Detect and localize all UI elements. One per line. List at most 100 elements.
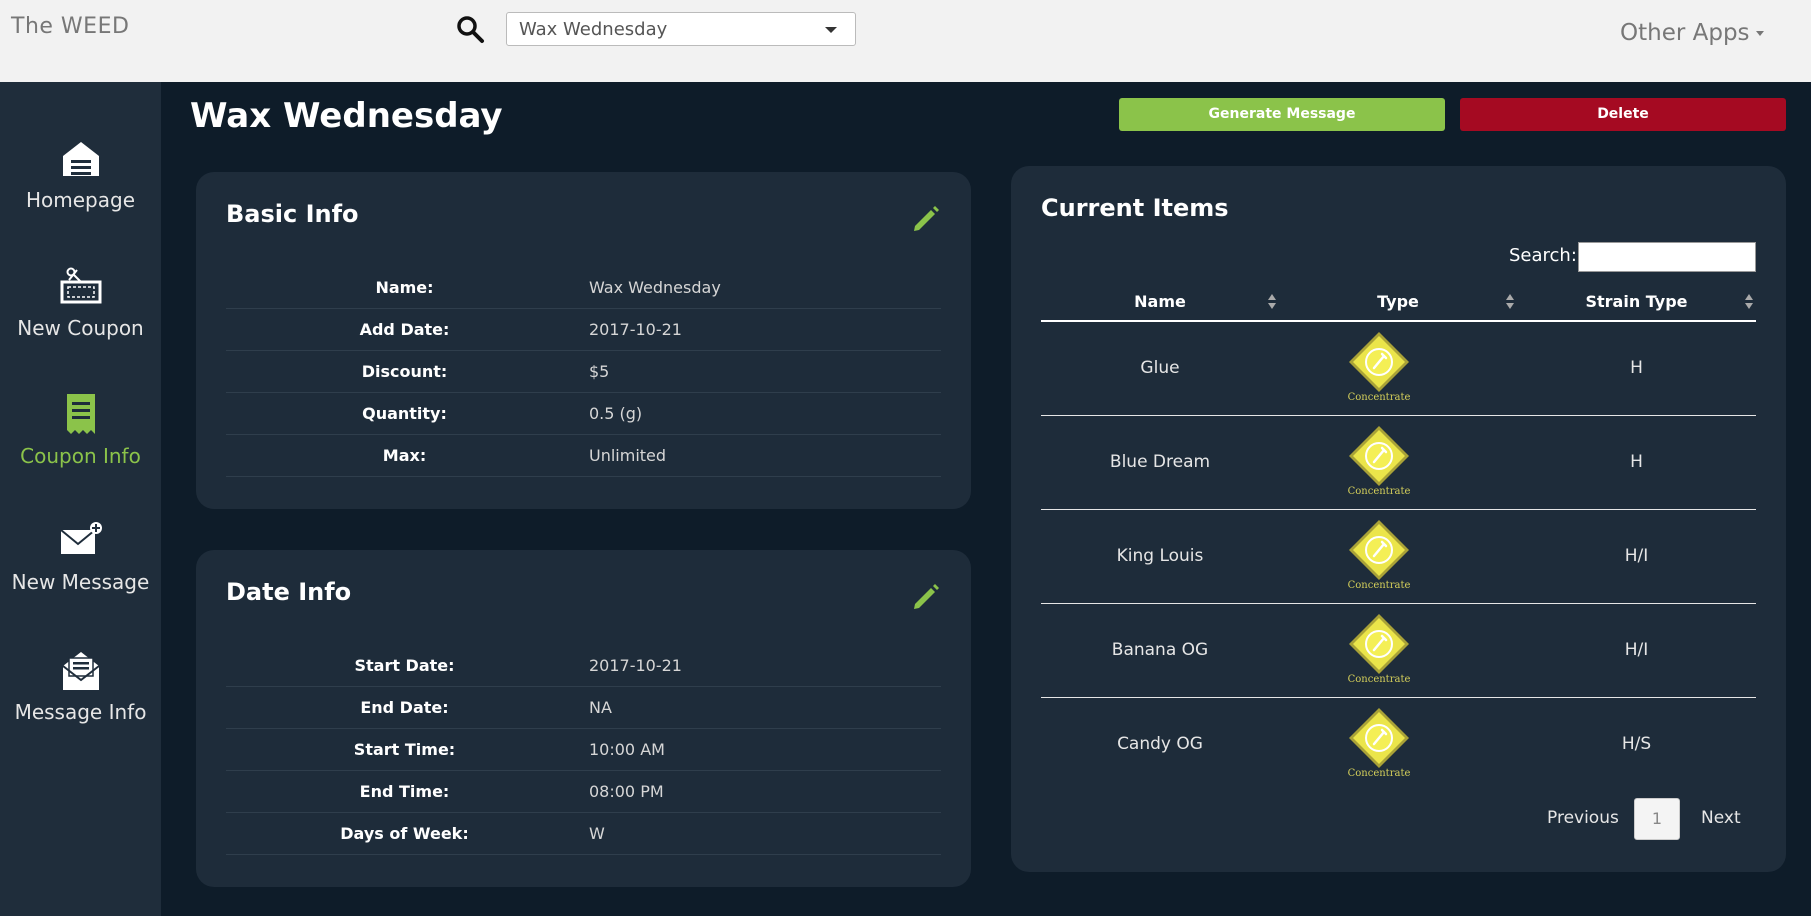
basic-info-card: Basic Info Name: Wax Wednesday Add Date: 2… bbox=[196, 172, 971, 509]
strain-type: H/S bbox=[1621, 734, 1652, 754]
concentrate-icon bbox=[1349, 708, 1409, 768]
table-row[interactable]: Banana OG Concentrate H/I bbox=[1041, 604, 1756, 698]
concentrate-icon bbox=[1349, 614, 1409, 674]
info-row: Start Date: 2017-10-21 bbox=[226, 645, 941, 687]
chevron-down-icon bbox=[825, 27, 837, 33]
table-header: Name Type Strain Type bbox=[1041, 282, 1756, 322]
strain-type: H bbox=[1630, 452, 1643, 472]
type-cell: Concentrate bbox=[1339, 330, 1419, 403]
item-name: King Louis bbox=[1116, 546, 1204, 566]
pagination-next[interactable]: Next bbox=[1701, 808, 1741, 828]
info-value: $5 bbox=[589, 362, 610, 381]
type-label: Concentrate bbox=[1347, 674, 1411, 685]
sidebar: Homepage New Coupon Coupon Info New Mess… bbox=[0, 82, 161, 916]
concentrate-icon bbox=[1349, 332, 1409, 392]
info-row: Name: Wax Wednesday bbox=[226, 267, 941, 309]
basic-info-table: Name: Wax Wednesday Add Date: 2017-10-21 D… bbox=[226, 267, 941, 477]
type-cell: Concentrate bbox=[1339, 518, 1419, 591]
type-label: Concentrate bbox=[1347, 486, 1411, 497]
item-name: Glue bbox=[1140, 358, 1180, 378]
date-info-card: Date Info Start Date: 2017-10-21 End Date… bbox=[196, 550, 971, 887]
pencil-icon[interactable] bbox=[911, 582, 941, 612]
column-header-name[interactable]: Name bbox=[1041, 292, 1279, 311]
sidebar-item-coupon-info[interactable]: Coupon Info bbox=[0, 392, 161, 468]
sort-icon[interactable] bbox=[1268, 294, 1276, 312]
info-key: Start Time: bbox=[353, 740, 456, 759]
info-key: End Date: bbox=[360, 698, 449, 717]
type-label: Concentrate bbox=[1347, 392, 1411, 403]
brand-logo[interactable]: The WEED bbox=[11, 14, 129, 39]
pencil-icon[interactable] bbox=[911, 204, 941, 234]
info-key: Name: bbox=[375, 278, 434, 297]
strain-type: H bbox=[1630, 358, 1643, 378]
store-icon bbox=[62, 142, 99, 176]
sort-icon[interactable] bbox=[1745, 294, 1753, 312]
info-row: End Time: 08:00 PM bbox=[226, 771, 941, 813]
table-row[interactable]: Candy OG Concentrate H/S bbox=[1041, 698, 1756, 792]
concentrate-icon bbox=[1349, 426, 1409, 486]
table-row[interactable]: King Louis Concentrate H/I bbox=[1041, 510, 1756, 604]
caret-down-icon bbox=[1755, 31, 1764, 36]
info-key: Max: bbox=[382, 446, 427, 465]
item-name: Blue Dream bbox=[1109, 452, 1211, 472]
card-title: Date Info bbox=[226, 578, 352, 606]
generate-message-button[interactable]: Generate Message bbox=[1119, 98, 1445, 131]
date-info-table: Start Date: 2017-10-21 End Date: NA Start … bbox=[226, 645, 941, 855]
delete-button[interactable]: Delete bbox=[1460, 98, 1786, 131]
sidebar-item-label: Coupon Info bbox=[20, 444, 141, 468]
type-cell: Concentrate bbox=[1339, 612, 1419, 685]
sidebar-item-new-message[interactable]: New Message bbox=[0, 518, 161, 594]
info-row: End Date: NA bbox=[226, 687, 941, 729]
receipt-icon bbox=[66, 394, 95, 434]
table-row[interactable]: Glue Concentrate H bbox=[1041, 322, 1756, 416]
type-cell: Concentrate bbox=[1339, 424, 1419, 497]
coupon-select[interactable]: Wax Wednesday bbox=[506, 12, 856, 46]
other-apps-menu[interactable]: Other Apps bbox=[1620, 20, 1764, 46]
info-key: Quantity: bbox=[362, 404, 447, 423]
info-value: 08:00 PM bbox=[589, 782, 664, 801]
search-icon[interactable] bbox=[455, 14, 485, 44]
pagination-previous[interactable]: Previous bbox=[1547, 808, 1619, 828]
concentrate-icon bbox=[1349, 520, 1409, 580]
coupon-select-value: Wax Wednesday bbox=[519, 19, 668, 40]
info-value: 2017-10-21 bbox=[589, 656, 682, 675]
column-header-type[interactable]: Type bbox=[1279, 292, 1517, 311]
other-apps-label: Other Apps bbox=[1620, 20, 1750, 46]
info-key: Days of Week: bbox=[340, 824, 469, 843]
card-title: Basic Info bbox=[226, 200, 359, 228]
strain-type: H/I bbox=[1624, 546, 1649, 566]
info-key: End Time: bbox=[359, 782, 450, 801]
coupon-icon bbox=[60, 267, 101, 304]
sidebar-item-label: New Message bbox=[11, 570, 150, 594]
pagination-page[interactable]: 1 bbox=[1634, 798, 1680, 840]
sidebar-item-homepage[interactable]: Homepage bbox=[0, 136, 161, 212]
sidebar-item-message-info[interactable]: Message Info bbox=[0, 648, 161, 724]
search-input[interactable] bbox=[1578, 242, 1756, 272]
current-items-card: Current Items Search: Name Type Strain T… bbox=[1011, 166, 1786, 872]
sidebar-item-label: New Coupon bbox=[17, 316, 144, 340]
sidebar-item-label: Homepage bbox=[25, 188, 135, 212]
type-cell: Concentrate bbox=[1339, 706, 1419, 779]
page-title: Wax Wednesday bbox=[190, 96, 503, 136]
item-name: Banana OG bbox=[1111, 640, 1209, 660]
info-value: 2017-10-21 bbox=[589, 320, 682, 339]
info-row: Discount: $5 bbox=[226, 351, 941, 393]
info-value: NA bbox=[589, 698, 612, 717]
envelope-open-icon bbox=[61, 652, 100, 690]
items-table: Name Type Strain Type Glue Concentrate H… bbox=[1041, 282, 1756, 792]
envelope-plus-icon bbox=[59, 522, 102, 554]
column-header-strain-type[interactable]: Strain Type bbox=[1517, 292, 1756, 311]
type-label: Concentrate bbox=[1347, 580, 1411, 591]
item-name: Candy OG bbox=[1117, 734, 1203, 754]
table-row[interactable]: Blue Dream Concentrate H bbox=[1041, 416, 1756, 510]
info-key: Add Date: bbox=[359, 320, 450, 339]
sort-icon[interactable] bbox=[1506, 294, 1514, 312]
card-title: Current Items bbox=[1041, 194, 1229, 222]
top-bar: The WEED Wax Wednesday Other Apps bbox=[0, 0, 1811, 82]
sidebar-item-new-coupon[interactable]: New Coupon bbox=[0, 264, 161, 340]
info-key: Start Date: bbox=[354, 656, 455, 675]
search-label: Search: bbox=[1509, 245, 1577, 266]
info-row: Max: Unlimited bbox=[226, 435, 941, 477]
info-value: 0.5 (g) bbox=[589, 404, 643, 423]
info-row: Start Time: 10:00 AM bbox=[226, 729, 941, 771]
